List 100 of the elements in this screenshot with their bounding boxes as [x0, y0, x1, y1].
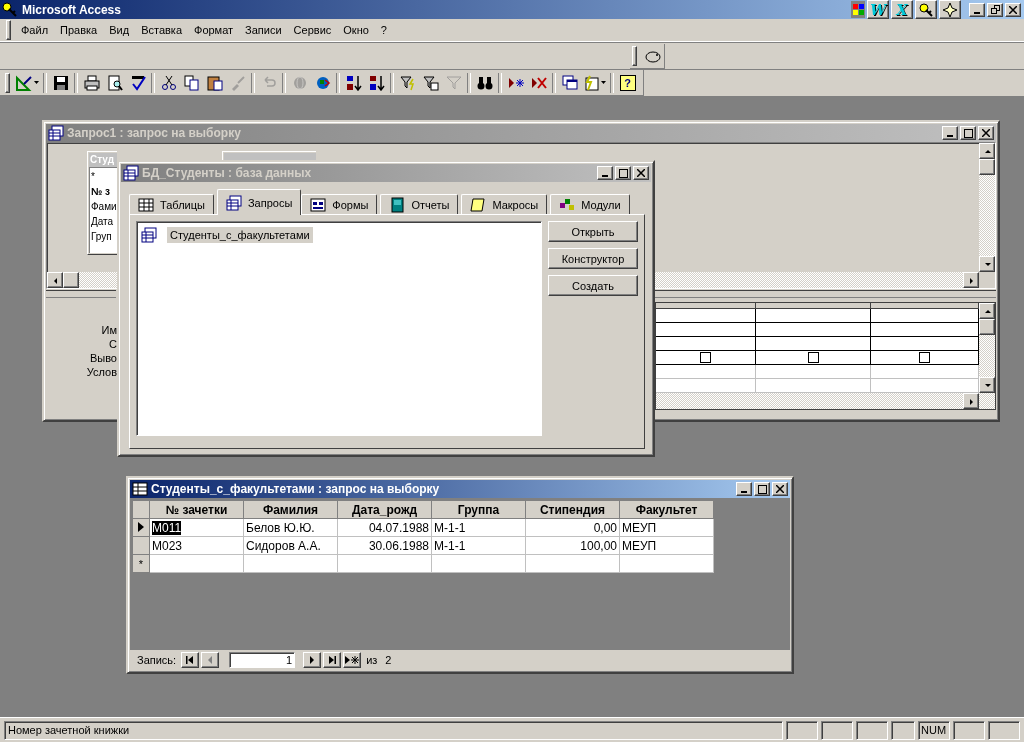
- field-name[interactable]: *: [91, 169, 117, 184]
- command-button[interactable]: Конструктор: [548, 248, 638, 269]
- colored-squares-icon[interactable]: [851, 1, 865, 18]
- maximize-button[interactable]: [615, 166, 631, 180]
- vertical-scrollbar[interactable]: [979, 143, 995, 272]
- maximize-icon: [618, 168, 628, 178]
- grid-cell[interactable]: [656, 309, 756, 323]
- tab[interactable]: Таблицы: [129, 194, 214, 214]
- menu-item[interactable]: ?: [374, 22, 393, 38]
- menu-item[interactable]: Вставка: [135, 22, 188, 38]
- column-header[interactable]: № зачетки: [149, 500, 244, 519]
- record-count: 2: [385, 654, 392, 666]
- grid-cell[interactable]: [756, 351, 871, 365]
- status-panel: [786, 720, 818, 740]
- grid-row-label: Услов: [86, 365, 117, 379]
- grid-cell[interactable]: [756, 323, 871, 337]
- sparkle-button[interactable]: [939, 0, 961, 19]
- checkbox[interactable]: [807, 352, 819, 363]
- maximize-button[interactable]: [754, 482, 770, 496]
- scrollbar-thumb[interactable]: [979, 319, 995, 335]
- menu-item[interactable]: Сервис: [287, 22, 338, 38]
- column-header[interactable]: Дата_рожд: [337, 500, 432, 519]
- checkbox[interactable]: [919, 352, 930, 363]
- command-button[interactable]: Открыть: [548, 221, 638, 242]
- close-button[interactable]: [772, 482, 788, 496]
- list-item[interactable]: Студенты_с_факультетами: [167, 227, 313, 243]
- grid-cell[interactable]: [756, 337, 871, 351]
- toolbar-grip[interactable]: [6, 20, 11, 40]
- menu-item[interactable]: Записи: [239, 22, 288, 38]
- next-icon: [308, 656, 317, 664]
- minimize-button[interactable]: [736, 482, 752, 496]
- table-cell: Белов Ю.Ю.: [243, 518, 338, 537]
- menu-item[interactable]: Файл: [15, 22, 55, 38]
- minimize-button[interactable]: [942, 126, 958, 140]
- horizontal-scrollbar[interactable]: [655, 272, 979, 288]
- checkbox[interactable]: [700, 352, 711, 363]
- puzzle-shapes-icon: [559, 196, 576, 213]
- record-number-field[interactable]: 1: [229, 652, 296, 668]
- nav-label: Запись:: [137, 654, 177, 666]
- toolbar-grip[interactable]: [632, 45, 637, 66]
- minimize-button[interactable]: [969, 2, 985, 17]
- toolbar-grip[interactable]: [5, 72, 10, 93]
- next-record-button[interactable]: [303, 652, 322, 668]
- previous-record-button[interactable]: [201, 652, 220, 668]
- table-title: Студ: [89, 153, 117, 167]
- pane-splitter[interactable]: [46, 290, 116, 298]
- menu-item[interactable]: Окно: [337, 22, 375, 38]
- copy-pages-icon: [183, 74, 200, 91]
- tab[interactable]: Макросы: [461, 194, 548, 214]
- scroll-arrow-button[interactable]: [979, 143, 995, 159]
- tab[interactable]: Отчеты: [380, 194, 459, 214]
- window-stack-icon: [561, 74, 578, 91]
- vertical-scrollbar[interactable]: [979, 303, 995, 393]
- field-name[interactable]: Фами: [91, 199, 117, 214]
- field-name[interactable]: Дата: [91, 214, 117, 229]
- menu-item[interactable]: Правка: [54, 22, 104, 38]
- grid-cell[interactable]: [656, 337, 756, 351]
- tab[interactable]: Запросы: [216, 189, 302, 215]
- horizontal-scrollbar[interactable]: [656, 393, 995, 409]
- pane-splitter[interactable]: [654, 290, 996, 298]
- status-panel: [856, 720, 888, 740]
- command-button[interactable]: Создать: [548, 275, 638, 296]
- first-record-button[interactable]: [181, 652, 200, 668]
- menu-item[interactable]: Формат: [188, 22, 240, 38]
- key-button[interactable]: [915, 0, 937, 19]
- grid-cell[interactable]: [871, 351, 979, 365]
- scroll-arrow-button[interactable]: [47, 272, 63, 288]
- tab[interactable]: Модули: [550, 194, 630, 214]
- arrow-icon: [983, 147, 991, 155]
- column-header[interactable]: Группа: [431, 500, 526, 519]
- menu-item[interactable]: Вид: [103, 22, 136, 38]
- status-text: Номер зачетной книжки: [4, 720, 783, 740]
- maximize-button[interactable]: [960, 126, 976, 140]
- column-header[interactable]: Факультет: [619, 500, 714, 519]
- table-field-list[interactable]: Студ * № з Фами Дата Груп: [87, 151, 117, 255]
- scroll-arrow-button[interactable]: [979, 303, 995, 319]
- scroll-arrow-button[interactable]: [963, 393, 979, 409]
- close-button[interactable]: [633, 166, 649, 180]
- grid-cell[interactable]: [656, 351, 756, 365]
- scroll-arrow-button[interactable]: [979, 377, 995, 393]
- scrollbar-thumb[interactable]: [979, 159, 995, 175]
- horizontal-scrollbar[interactable]: [47, 272, 117, 288]
- scroll-arrow-button[interactable]: [963, 272, 979, 288]
- column-header[interactable]: Фамилия: [243, 500, 338, 519]
- scroll-arrow-button[interactable]: [979, 256, 995, 272]
- close-button[interactable]: [1005, 2, 1021, 17]
- field-name[interactable]: № з: [91, 184, 117, 199]
- close-button[interactable]: [978, 126, 994, 140]
- grid-cell[interactable]: [656, 323, 756, 337]
- field-name[interactable]: Груп: [91, 229, 117, 244]
- scrollbar-thumb[interactable]: [63, 272, 79, 288]
- last-record-button[interactable]: [323, 652, 342, 668]
- tab[interactable]: Формы: [301, 194, 378, 214]
- restore-button[interactable]: [987, 2, 1003, 17]
- new-record-button[interactable]: [343, 652, 362, 668]
- grid-cell[interactable]: [756, 309, 871, 323]
- minimize-button[interactable]: [597, 166, 613, 180]
- column-header[interactable]: Стипендия: [525, 500, 620, 519]
- table-cell: МЕУП: [619, 536, 714, 555]
- current-row-arrow-icon: [138, 521, 144, 532]
